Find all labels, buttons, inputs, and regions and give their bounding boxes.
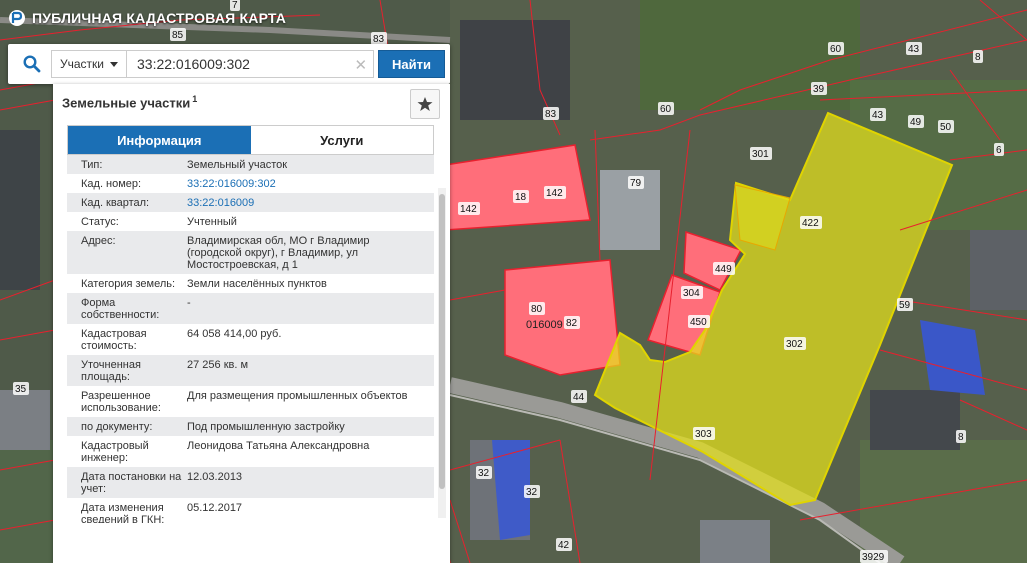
info-key: Статус: bbox=[81, 216, 119, 228]
info-key: Разрешенное использование: bbox=[81, 390, 161, 414]
info-value: Земельный участок bbox=[187, 159, 288, 171]
parcel-label: 49 bbox=[910, 117, 922, 128]
info-row: Форма собственности: - bbox=[67, 293, 434, 324]
info-row: Кадастровая стоимость: 64 058 414,00 руб. bbox=[67, 324, 434, 355]
search-type-select[interactable]: Участки bbox=[51, 50, 126, 78]
result-count: 1 bbox=[192, 94, 198, 104]
app-header: ПУБЛИЧНАЯ КАДАСТРОВАЯ КАРТА bbox=[0, 0, 420, 36]
info-key: Кад. квартал: bbox=[81, 197, 150, 209]
info-key: Категория земель: bbox=[81, 278, 176, 290]
parcel-label: 43 bbox=[908, 44, 920, 55]
info-row: Тип: Земельный участок bbox=[67, 155, 434, 174]
scrollbar-thumb[interactable] bbox=[439, 194, 445, 489]
rosreestr-logo-icon bbox=[9, 10, 25, 26]
info-value[interactable]: 33:22:016009 bbox=[187, 197, 415, 209]
info-row: по документу: Под промышленную застройку bbox=[67, 417, 434, 436]
close-icon[interactable]: ✕ bbox=[354, 56, 367, 74]
search-input[interactable] bbox=[137, 56, 337, 72]
parcel-label: 50 bbox=[940, 122, 952, 133]
parcel-label: 43 bbox=[872, 110, 884, 121]
info-key: Дата изменения сведений в ГКН: bbox=[81, 502, 165, 523]
info-value: Под промышленную застройку bbox=[187, 421, 345, 433]
info-value: Леонидова Татьяна Александровна bbox=[187, 440, 370, 452]
info-key: Кад. номер: bbox=[81, 178, 142, 190]
panel-title-text: Земельные участки bbox=[62, 95, 191, 111]
info-row: Дата постановки на учет: 12.03.2013 bbox=[67, 467, 434, 498]
parcel-label: 3929 bbox=[862, 552, 885, 563]
info-value: Для размещения промышленных объектов bbox=[187, 390, 408, 402]
info-value: Учтенный bbox=[187, 216, 237, 228]
info-value: - bbox=[187, 297, 191, 309]
parcel-label: 6 bbox=[996, 145, 1002, 156]
parcel-label: 60 bbox=[660, 104, 672, 115]
parcel-label: 35 bbox=[15, 384, 27, 395]
info-row: Адрес: Владимирская обл, МО г Владимир (г… bbox=[67, 231, 434, 274]
parcel-label: 016009 bbox=[526, 319, 563, 331]
info-row: Разрешенное использование: Для размещения… bbox=[67, 386, 434, 417]
info-key: Адрес: bbox=[81, 235, 116, 247]
parcel-label: 32 bbox=[526, 487, 538, 498]
parcel-label: 303 bbox=[695, 429, 712, 440]
parcel-label: 60 bbox=[830, 44, 842, 55]
favorite-button[interactable] bbox=[410, 89, 440, 119]
find-button[interactable]: Найти bbox=[378, 50, 445, 78]
info-panel: Земельные участки 1 Информация Услуги Тип… bbox=[53, 84, 450, 563]
parcel-label: 8 bbox=[975, 52, 981, 63]
info-value: 64 058 414,00 руб. bbox=[187, 328, 282, 340]
parcel-label: 59 bbox=[899, 300, 911, 311]
parcel-label: 449 bbox=[715, 264, 732, 275]
info-value[interactable]: 33:22:016009:302 bbox=[187, 178, 415, 190]
info-value: 27 256 кв. м bbox=[187, 359, 249, 371]
parcel-label: 80 bbox=[531, 304, 543, 315]
app-title: ПУБЛИЧНАЯ КАДАСТРОВАЯ КАРТА bbox=[32, 10, 287, 26]
parcel-label: 39 bbox=[813, 84, 825, 95]
info-row: Кад. квартал: 33:22:016009 bbox=[67, 193, 434, 212]
info-table: Тип: Земельный участок Кад. номер: 33:22:01… bbox=[67, 155, 434, 523]
parcel-label: 142 bbox=[546, 188, 563, 199]
tab-services[interactable]: Услуги bbox=[250, 126, 433, 154]
info-key: Уточненная площадь: bbox=[81, 359, 141, 383]
parcel-label: 42 bbox=[558, 540, 570, 551]
parcel-label: 142 bbox=[460, 204, 477, 215]
search-bar: Участки ✕ Найти bbox=[8, 44, 450, 84]
parcel-label: 79 bbox=[630, 178, 642, 189]
info-key: Форма собственности: bbox=[81, 297, 160, 321]
parcel-label: 304 bbox=[683, 288, 700, 299]
info-row: Кадастровый инженер: Леонидова Татьяна Ал… bbox=[67, 436, 434, 467]
info-value: 12.03.2013 bbox=[187, 471, 243, 483]
info-key: Кадастровая стоимость: bbox=[81, 328, 147, 352]
search-type-label: Участки bbox=[60, 57, 104, 71]
parcel-label: 422 bbox=[802, 218, 819, 229]
panel-tabs: Информация Услуги bbox=[67, 125, 434, 155]
info-value: Земли населённых пунктов bbox=[187, 278, 327, 290]
parcel-label: 18 bbox=[515, 192, 527, 203]
parcel-label: 302 bbox=[786, 339, 803, 350]
panel-header: Земельные участки 1 bbox=[53, 84, 450, 120]
parcel-label: 44 bbox=[573, 392, 585, 403]
parcel-label: 8 bbox=[958, 432, 964, 443]
parcel-label: 82 bbox=[566, 318, 578, 329]
search-icon[interactable] bbox=[13, 49, 51, 79]
info-key: Тип: bbox=[81, 159, 103, 171]
chevron-down-icon bbox=[110, 61, 118, 67]
star-icon bbox=[417, 97, 433, 111]
parcel-label: 32 bbox=[478, 468, 490, 479]
info-value: 05.12.2017 bbox=[187, 502, 243, 514]
info-key: Дата постановки на учет: bbox=[81, 471, 182, 495]
info-row: Кад. номер: 33:22:016009:302 bbox=[67, 174, 434, 193]
info-key: по документу: bbox=[81, 421, 153, 433]
info-row: Дата изменения сведений в ГКН: 05.12.2017 bbox=[67, 498, 434, 523]
info-key: Кадастровый инженер: bbox=[81, 440, 149, 464]
panel-title: Земельные участки 1 bbox=[62, 94, 197, 110]
tab-information[interactable]: Информация bbox=[68, 126, 251, 154]
search-input-wrap: ✕ bbox=[126, 50, 375, 78]
info-value: Владимирская обл, МО г Владимир (городск… bbox=[187, 235, 370, 271]
parcel-label: 450 bbox=[690, 317, 707, 328]
parcel-label: 83 bbox=[545, 109, 557, 120]
info-row: Статус: Учтенный bbox=[67, 212, 434, 231]
parcel-label: 301 bbox=[752, 149, 769, 160]
info-row: Категория земель: Земли населённых пункто… bbox=[67, 274, 434, 293]
info-row: Уточненная площадь: 27 256 кв. м bbox=[67, 355, 434, 386]
